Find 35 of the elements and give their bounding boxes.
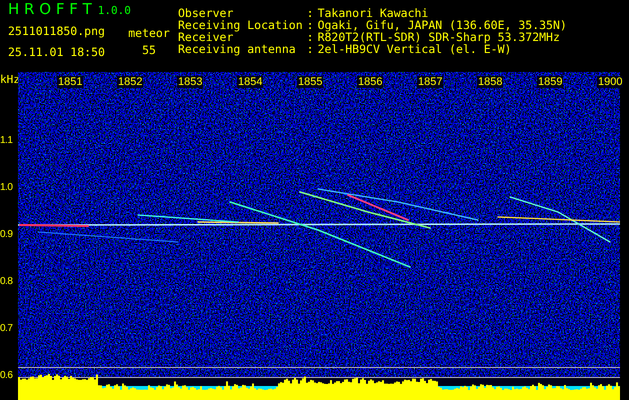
meteor-label: meteor [128,27,170,39]
app-title: H R O F F T [8,3,92,15]
info-separator: : [306,43,314,55]
info-separator: : [306,7,314,19]
file-name: 2511011850.png [8,25,106,37]
frequency-label: 0.9 [0,229,12,242]
frequency-label: 0.8 [0,276,12,288]
frequency-label: 1.0 [0,182,12,194]
time-label: 1859 [537,76,564,88]
info-label: Observer [178,7,234,19]
info-value: Ogaki, Gifu, JAPAN (136.60E, 35.35N) [318,19,567,31]
frequency-label: 1.1 [0,134,12,147]
axis-unit-label: kHz [0,72,20,88]
info-label: Receiving antenna [178,43,297,55]
frequency-label: 0.7 [0,323,12,336]
info-separator: : [306,19,314,31]
info-separator: : [306,31,314,43]
timestamp: 25.11.01 18:50 [8,46,106,58]
time-label: 1856 [357,76,384,88]
time-label: 1857 [417,76,444,88]
frequency-label: 0.6 [0,370,12,382]
meteor-count: 55 [142,44,156,56]
info-value: R820T2(RTL-SDR) SDR-Sharp 53.372MHz [318,31,560,43]
info-value: Takanori Kawachi [318,7,430,19]
time-label: 1900 [597,76,624,88]
time-label: 1855 [297,76,324,88]
time-label: 1853 [177,76,204,88]
info-label: Receiver [178,31,234,43]
version-label: 1.0.0 [98,5,131,17]
info-value: 2el-HB9CV Vertical (el. E-W) [318,43,512,55]
time-label: 1858 [477,76,504,88]
info-label: Receiving Location [178,19,303,31]
time-label: 1854 [237,76,264,88]
time-label: 1851 [57,76,84,88]
time-label: 1852 [117,76,144,88]
